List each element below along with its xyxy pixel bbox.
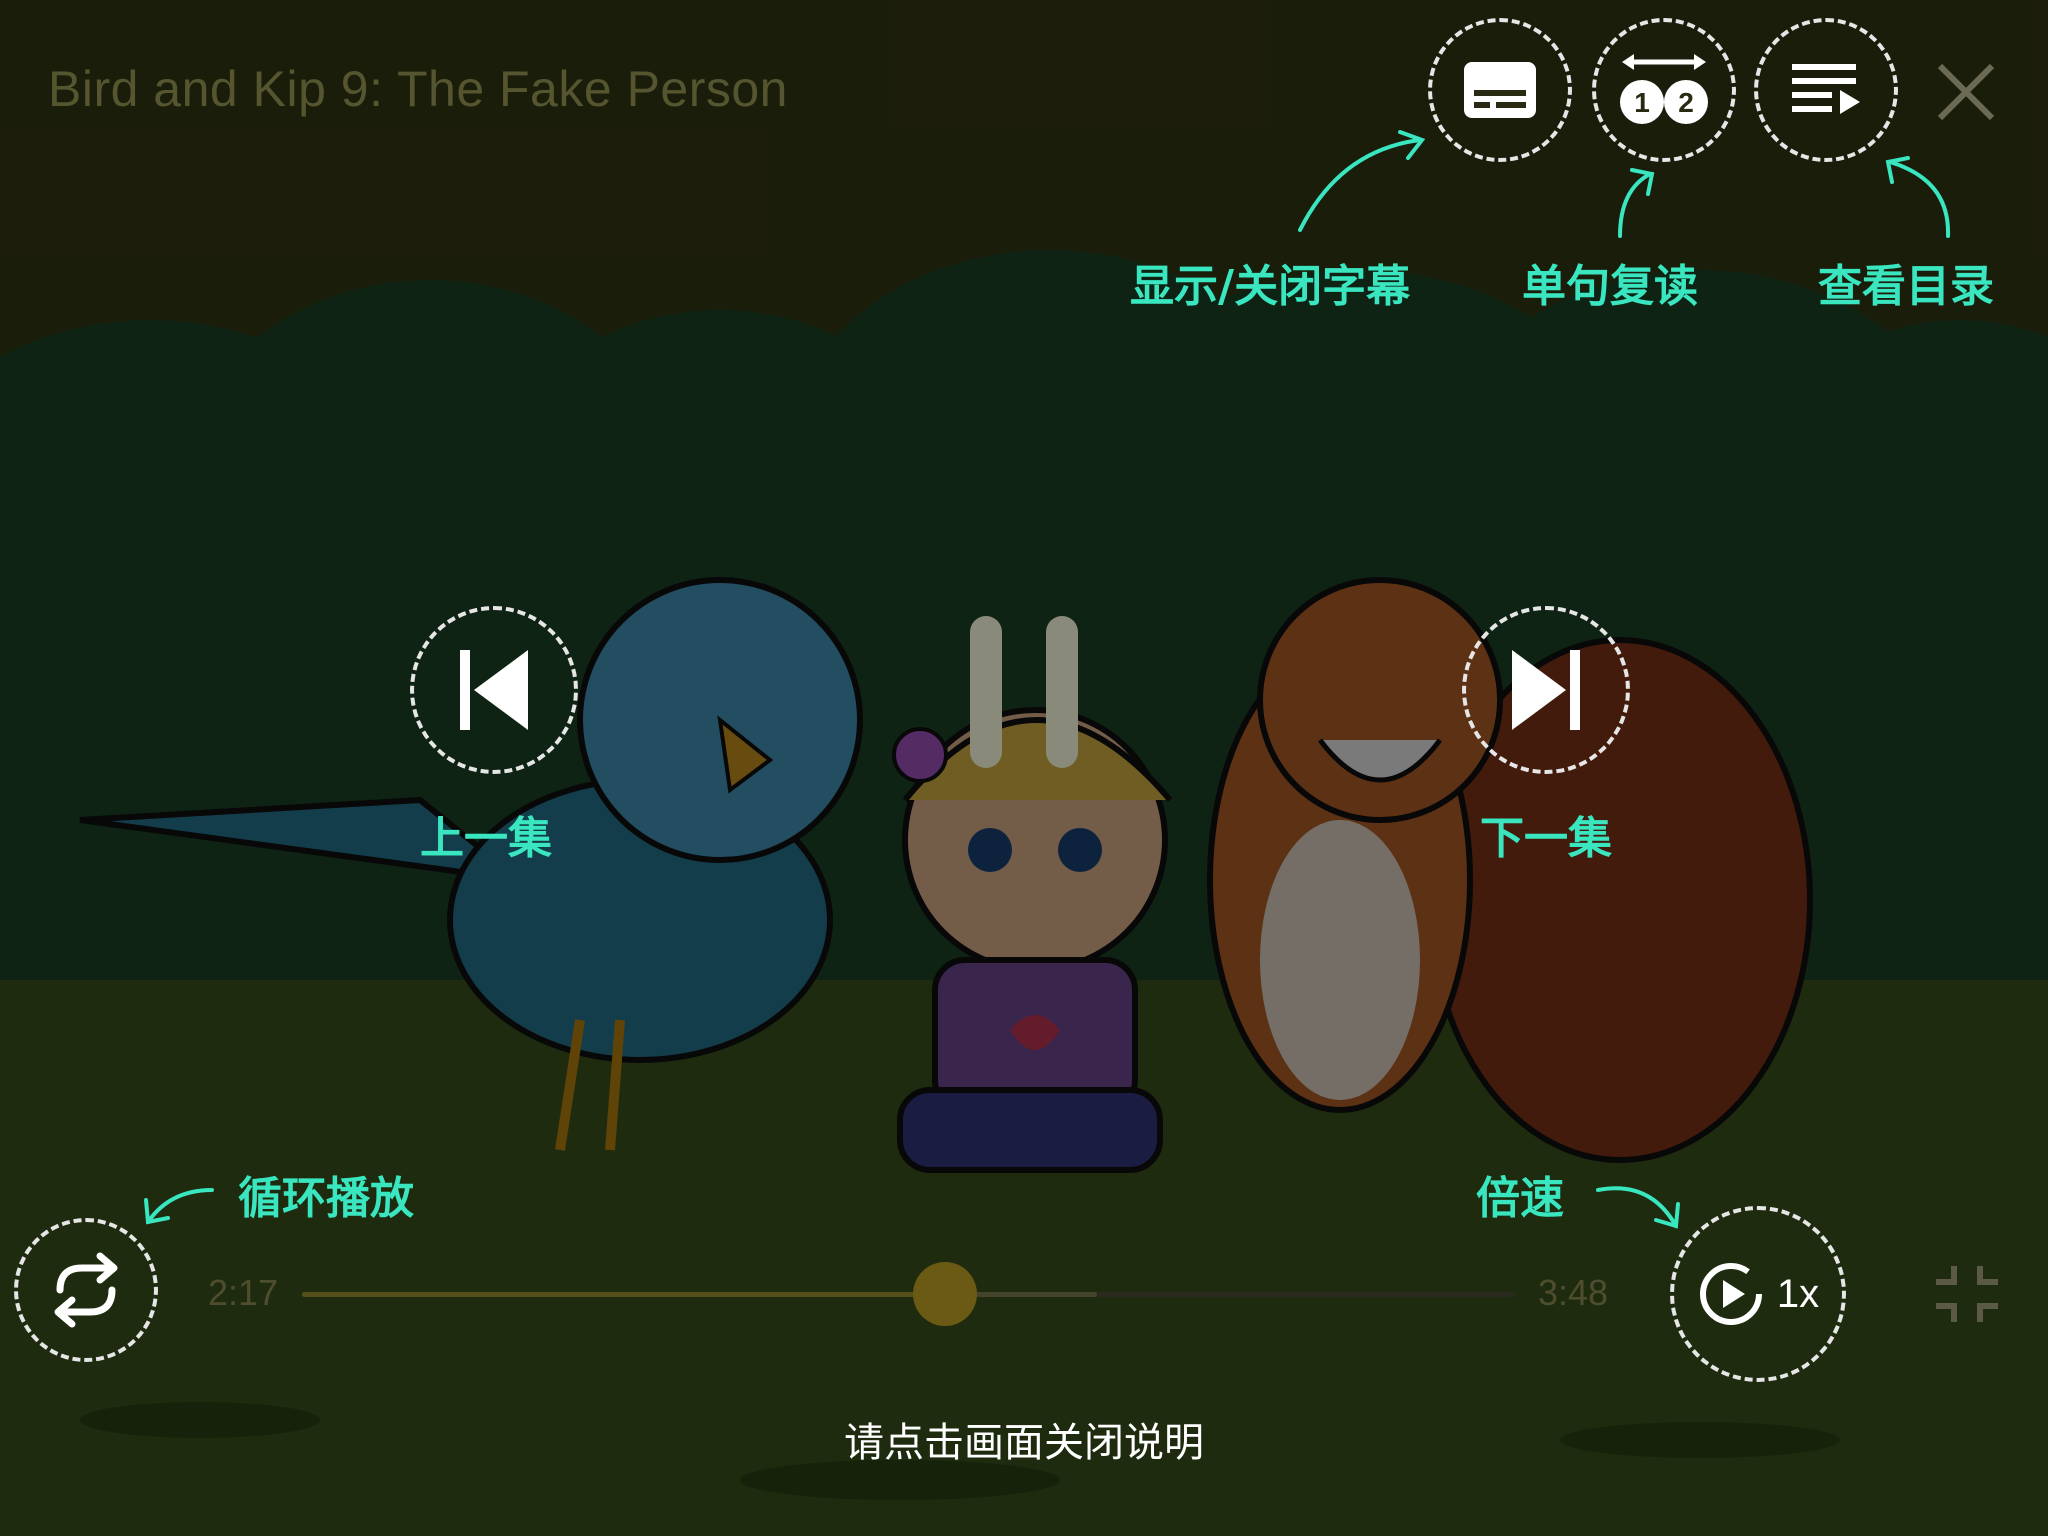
hint-subtitles: 显示/关闭字幕	[1130, 261, 1411, 312]
close-icon[interactable]	[1936, 62, 1996, 122]
pause-icon[interactable]	[968, 616, 1080, 768]
current-time: 2:17	[208, 1272, 279, 1313]
svg-text:2: 2	[1678, 87, 1694, 118]
hint-next: 下一集	[1480, 813, 1612, 864]
video-title: Bird and Kip 9: The Fake Person	[48, 61, 788, 117]
speed-button[interactable]: 1x	[1670, 1206, 1846, 1382]
catalog-button[interactable]	[1754, 18, 1898, 162]
next-episode-button[interactable]	[1462, 606, 1630, 774]
progress-fill	[302, 1292, 946, 1297]
speed-icon	[1699, 1263, 1762, 1325]
skip-next-icon	[1512, 650, 1580, 730]
hint-speed: 倍速	[1476, 1173, 1564, 1224]
exit-fullscreen-icon[interactable]	[1932, 1264, 2002, 1324]
dismiss-instructions[interactable]: 请点击画面关闭说明	[0, 1410, 2048, 1468]
subtitles-button[interactable]	[1428, 18, 1572, 162]
svg-text:1: 1	[1634, 87, 1650, 118]
hint-loop: 循环播放	[238, 1173, 414, 1224]
previous-episode-button[interactable]	[410, 606, 578, 774]
progress-track[interactable]	[302, 1292, 1516, 1297]
repeat-sentence-icon: 1 2	[1620, 54, 1708, 124]
subtitles-icon	[1464, 62, 1536, 118]
hint-previous: 上一集	[420, 813, 552, 864]
repeat-sentence-button[interactable]: 1 2	[1592, 18, 1736, 162]
playlist-icon	[1792, 64, 1860, 114]
hint-catalog: 查看目录	[1818, 261, 1994, 312]
duration: 3:48	[1538, 1272, 1609, 1313]
progress-thumb[interactable]	[913, 1262, 978, 1326]
speed-value: 1x	[1776, 1271, 1820, 1316]
skip-previous-icon	[460, 650, 528, 730]
loop-icon	[54, 1252, 118, 1328]
loop-button[interactable]	[14, 1218, 158, 1362]
hint-repeat-sentence: 单句复读	[1522, 261, 1698, 312]
